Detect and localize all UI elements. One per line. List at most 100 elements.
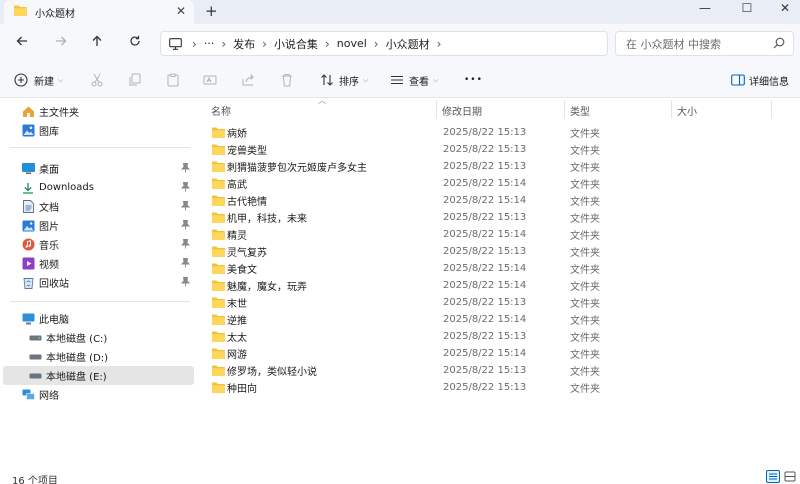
back-button[interactable] [12,34,32,52]
breadcrumb-item[interactable]: 小众题材 [386,36,430,52]
sidebar-item-desktop[interactable]: 桌面 [3,159,194,178]
sidebar-item-label: 主文件夹 [39,108,79,119]
details-view-button[interactable] [766,470,780,483]
file-modified-date: 2025/8/22 15:13 [443,382,527,393]
file-row[interactable]: 病娇 2025/8/22 15:13 文件夹 [204,124,794,141]
column-header-type[interactable]: 类型 [570,103,590,118]
share-button[interactable] [240,71,258,89]
home-icon [21,105,35,119]
up-button[interactable] [87,34,107,52]
view-button[interactable]: 查看 ⌵ [388,71,438,89]
column-divider[interactable] [671,100,672,118]
window-close-button[interactable]: ✕ [770,0,800,18]
sidebar-item-home[interactable]: 主文件夹 [3,102,194,121]
navigation-bar: › ··· › 发布 › 小说合集 › novel › 小众题材 › 在 小众题… [0,24,800,62]
large-icons-view-button[interactable] [783,470,797,483]
more-options-button[interactable]: ••• [464,71,483,89]
breadcrumb-item[interactable]: 小说合集 [274,36,318,52]
refresh-icon [130,35,140,46]
cut-button[interactable] [88,71,106,89]
pin-icon[interactable] [180,220,191,233]
new-button-label: 新建 [34,76,54,88]
file-name: 修罗场，类似轻小说 [227,367,317,378]
sidebar-item-videos[interactable]: 视频 [3,254,194,273]
column-divider[interactable] [436,100,437,118]
breadcrumb-more-button[interactable]: ··· [204,37,215,50]
column-header-size[interactable]: 大小 [677,103,697,118]
sidebar-item-label: Downloads [39,182,94,193]
recycle-bin-icon [21,276,35,290]
file-row[interactable]: 魅魔，魔女，玩弄 2025/8/22 15:14 文件夹 [204,277,794,294]
drive-icon [28,369,42,383]
search-placeholder: 在 小众题材 中搜索 [626,37,721,51]
sidebar-item-drive-e[interactable]: 本地磁盘 (E:) [3,366,194,385]
folder-icon [212,178,225,192]
chevron-down-icon: ⌵ [363,75,369,84]
rename-button[interactable] [201,71,219,89]
file-modified-date: 2025/8/22 15:13 [443,331,527,342]
file-row[interactable]: 机甲，科技，未来 2025/8/22 15:13 文件夹 [204,209,794,226]
sidebar-item-this-pc[interactable]: 此电脑 [3,309,194,328]
column-divider[interactable] [564,100,565,118]
documents-icon [21,200,35,214]
file-row[interactable]: 宠兽类型 2025/8/22 15:13 文件夹 [204,141,794,158]
file-row[interactable]: 种田向 2025/8/22 15:13 文件夹 [204,379,794,396]
new-tab-button[interactable]: + [205,2,218,20]
column-header-name[interactable]: 名称 [211,103,231,118]
maximize-button[interactable]: ☐ [732,0,762,18]
file-row[interactable]: 灵气复苏 2025/8/22 15:13 文件夹 [204,243,794,260]
pin-icon[interactable] [180,201,191,214]
pin-icon[interactable] [180,239,191,252]
file-row[interactable]: 刺猬猫菠萝包次元姬废卢多女主 2025/8/22 15:13 文件夹 [204,158,794,175]
pin-icon[interactable] [180,277,191,290]
file-name: 机甲，科技，未来 [227,214,307,225]
sidebar-item-drive-c[interactable]: 本地磁盘 (C:) [3,328,194,347]
forward-button[interactable] [51,34,71,52]
pin-icon[interactable] [180,258,191,271]
file-row[interactable]: 网游 2025/8/22 15:14 文件夹 [204,345,794,362]
new-button[interactable]: 新建 ⌵ [12,71,63,89]
pin-icon[interactable] [180,182,191,195]
sidebar-item-drive-d[interactable]: 本地磁盘 (D:) [3,347,194,366]
breadcrumb-item[interactable]: 发布 [233,36,255,52]
copy-button[interactable] [126,71,144,89]
file-row[interactable]: 古代艳情 2025/8/22 15:14 文件夹 [204,192,794,209]
paste-button[interactable] [164,71,182,89]
sidebar-item-downloads[interactable]: Downloads [3,178,194,197]
address-bar[interactable]: › ··· › 发布 › 小说合集 › novel › 小众题材 › [160,31,608,56]
download-icon [21,181,35,195]
file-row[interactable]: 末世 2025/8/22 15:13 文件夹 [204,294,794,311]
column-divider[interactable] [771,100,772,118]
sidebar-item-documents[interactable]: 文档 [3,197,194,216]
breadcrumb-item[interactable]: novel [337,37,367,50]
folder-icon [212,314,225,328]
folder-icon [212,144,225,158]
file-row[interactable]: 美食文 2025/8/22 15:14 文件夹 [204,260,794,277]
file-row[interactable]: 太太 2025/8/22 15:13 文件夹 [204,328,794,345]
sidebar-item-network[interactable]: 网络 [3,385,194,404]
file-type: 文件夹 [570,163,600,174]
file-modified-date: 2025/8/22 15:13 [443,212,527,223]
minimize-button[interactable]: — [690,0,720,18]
file-row[interactable]: 高武 2025/8/22 15:14 文件夹 [204,175,794,192]
file-row[interactable]: 修罗场，类似轻小说 2025/8/22 15:13 文件夹 [204,362,794,379]
details-pane-button[interactable]: 详细信息 [729,71,789,89]
delete-button[interactable] [278,71,296,89]
sidebar-divider [10,301,190,302]
file-row[interactable]: 逆推 2025/8/22 15:14 文件夹 [204,311,794,328]
pin-icon[interactable] [180,163,191,176]
sidebar-item-pictures[interactable]: 图片 [3,216,194,235]
sidebar-item-music[interactable]: 音乐 [3,235,194,254]
view-button-label: 查看 [409,76,429,88]
column-header-modified[interactable]: 修改日期 [442,103,482,118]
refresh-button[interactable] [125,34,145,52]
sort-button[interactable]: 排序 ⌵ [318,71,368,89]
desktop-icon [21,162,35,176]
sidebar-item-label: 回收站 [39,279,69,290]
tab-close-button[interactable]: ✕ [176,4,186,18]
file-row[interactable]: 精灵 2025/8/22 15:14 文件夹 [204,226,794,243]
sidebar-item-recycle-bin[interactable]: 回收站 [3,273,194,292]
tab-current[interactable]: 小众题材 ✕ [4,0,194,24]
search-input[interactable]: 在 小众题材 中搜索 [615,31,794,56]
sidebar-item-gallery[interactable]: 图库 [3,121,194,140]
